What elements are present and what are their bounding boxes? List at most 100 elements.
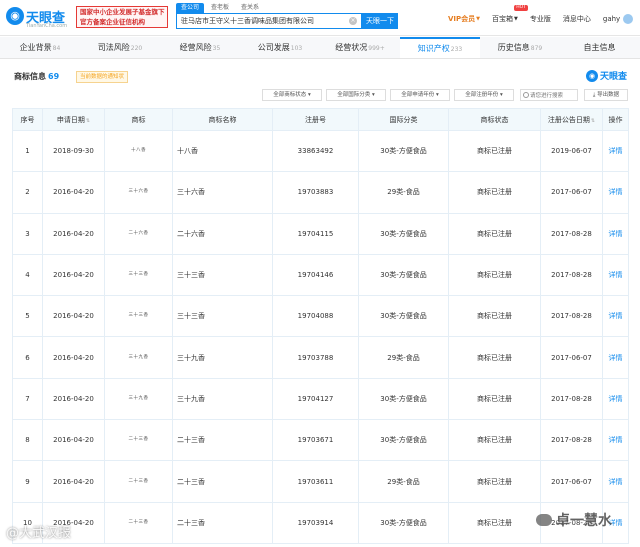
cell-action[interactable]: 详情 [602,171,629,214]
trademark-image[interactable]: 二十三香 [126,431,152,449]
table-row: 1 2018-09-30 十八香 十八香 33863492 30类-方便食品 商标已注册 20… [12,129,629,173]
baibaoxiang-link[interactable]: 百宝箱 ▼ HOT [492,5,528,24]
table-row: 9 2016-04-20 二十三香 二十三香 19703611 29类-食品 商标已注册 20… [12,460,629,503]
cell-no: 9 [12,460,43,503]
cell-reg-no: 19704127 [272,377,359,421]
cell-reg-no: 19703914 [272,501,359,544]
cell-apply-date-text: 2016-04-20 [53,229,94,238]
cell-no-text: 5 [25,312,30,321]
cell-trademark-name-text: 三十九香 [177,353,205,362]
cell-intl-class: 30类-方便食品 [358,212,449,255]
register-year-filter-dropdown[interactable]: 全部注册年份 ▾ [454,89,514,101]
header-pub-date[interactable]: 注册公告日期⇅ [540,108,603,131]
tab-operating-status[interactable]: 经营状况999+ [320,37,400,58]
chevron-down-icon: ▾ [308,92,311,98]
chevron-down-icon: ▾ [500,92,503,98]
message-center-link[interactable]: 消息中心 [563,14,591,24]
cell-status-text: 商标已注册 [477,353,512,362]
search-button[interactable]: 天眼一下 [362,13,398,29]
cell-intl-class-text: 30类-方便食品 [380,312,427,321]
cell-pub-date-text: 2017-06-07 [551,477,592,486]
cell-intl-class-text: 29类-食品 [387,353,420,362]
trademark-image[interactable]: 三十六香 [126,183,152,201]
tab-judicial-risk[interactable]: 司法风险220 [80,37,160,58]
cell-reg-no: 19704088 [272,295,359,338]
cell-trademark-name-text: 三十三香 [177,312,205,321]
cell-intl-class: 29类-食品 [358,460,449,503]
trademark-image[interactable]: 二十六香 [126,225,152,243]
detail-link[interactable]: 详情 [609,188,623,196]
search-tab-company[interactable]: 查公司 [176,3,205,13]
download-icon: ⤓ [592,92,596,98]
cell-action[interactable]: 详情 [602,460,629,503]
cell-trademark-name-text: 二十六香 [177,229,205,238]
cell-trademark-name: 二十六香 [172,212,273,255]
cell-reg-no-text: 19704115 [297,229,334,238]
header-apply-date[interactable]: 申请日期⇅ [42,108,105,131]
search-box: × [176,13,362,29]
detail-link[interactable]: 详情 [609,312,623,320]
detail-link[interactable]: 详情 [609,436,623,444]
tab-label: 知识产权 [417,44,450,53]
clear-icon[interactable]: × [349,17,357,25]
trademark-image[interactable]: 三十九香 [126,390,152,408]
pro-link[interactable]: 专业版 [530,14,551,24]
cell-apply-date: 2016-04-20 [42,419,105,462]
vip-link[interactable]: VIP会员 ▼ [448,14,480,24]
detail-link[interactable]: 详情 [609,230,623,238]
detail-link[interactable]: 详情 [609,478,623,486]
trademark-image[interactable]: 三十三香 [126,307,152,325]
detail-link[interactable]: 详情 [609,354,623,362]
detail-link[interactable]: 详情 [609,147,623,155]
cell-action[interactable]: 详情 [602,253,629,297]
cell-trademark-name-text: 三十三香 [177,271,205,280]
trademark-image[interactable]: 二十三香 [126,473,152,491]
detail-link[interactable]: 详情 [609,395,623,403]
cell-action[interactable]: 详情 [602,336,629,379]
header-no: 序号 [12,108,43,131]
cell-apply-date-text: 2016-04-20 [53,477,94,486]
tab-history[interactable]: 历史信息879 [480,37,560,58]
trademark-image[interactable]: 三十三香 [126,266,152,284]
search-tab-boss[interactable]: 查老板 [206,3,234,13]
cell-reg-no-text: 19704088 [297,312,334,321]
chevron-down-icon: ▾ [372,92,375,98]
cell-apply-date-text: 2016-04-20 [53,271,94,280]
user-menu[interactable]: gahy [603,14,634,24]
apply-year-filter-dropdown[interactable]: 全部申请年份 ▾ [390,89,450,101]
detail-link[interactable]: 详情 [609,271,623,279]
tab-enterprise-background[interactable]: 企业背景84 [0,37,80,58]
export-button[interactable]: ⤓ 导出数据 [584,89,628,101]
cell-apply-date-text: 2016-04-20 [53,188,94,197]
tab-operating-risk[interactable]: 经营风险35 [160,37,240,58]
cell-action[interactable]: 详情 [602,419,629,462]
section-title-text: 商标信息 [14,72,46,81]
tab-intellectual-property[interactable]: 知识产权233 [400,37,480,58]
tab-self-info[interactable]: 自主信息 [560,37,640,58]
search-tab-relation[interactable]: 查关系 [236,3,264,13]
cell-action[interactable]: 详情 [602,129,629,173]
status-filter-dropdown[interactable]: 全部商标状态 ▾ [262,89,322,101]
trademark-image[interactable]: 十八香 [126,142,152,160]
cell-action[interactable]: 详情 [602,212,629,255]
top-header: ◉ 天眼查 TianYanCha.com 国家中小企业发展子基金旗下 官方备案企… [0,0,640,36]
trademark-image[interactable]: 三十九香 [126,349,152,367]
table-row: 2 2016-04-20 三十六香 三十六香 19703883 29类-食品 商标已注册 20… [12,171,629,214]
category-filter-dropdown[interactable]: 全部国际分类 ▾ [326,89,386,101]
promo-banner[interactable]: 国家中小企业发展子基金旗下 官方备案企业征信机构 [76,6,168,28]
section-notice[interactable]: 当前数据的通知状 [76,71,129,83]
cell-action[interactable]: 详情 [602,377,629,421]
cell-reg-no: 19703788 [272,336,359,379]
cell-pub-date: 2017-08-28 [540,253,603,297]
cell-trademark-image: 三十九香 [104,377,173,421]
trademark-image[interactable]: 二十三香 [126,514,152,532]
tianyancha-logo[interactable]: ◉ 天眼查 TianYanCha.com [6,5,72,31]
search-input[interactable] [177,14,345,28]
baibaoxiang-label: 百宝箱 [492,15,514,23]
cell-apply-date: 2016-04-20 [42,212,105,255]
cell-apply-date: 2018-09-30 [42,129,105,173]
cell-action[interactable]: 详情 [602,295,629,338]
cell-reg-no-text: 19703883 [297,188,334,197]
cell-reg-no: 19703671 [272,419,359,462]
tab-company-development[interactable]: 公司发展103 [240,37,320,58]
